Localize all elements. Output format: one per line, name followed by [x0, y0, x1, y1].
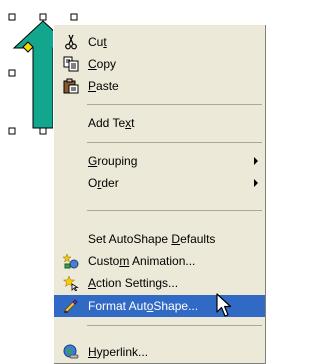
menu-item-label: Set AutoShape Defaults [88, 232, 216, 246]
hyperlink-globe-icon [63, 344, 79, 359]
menu-item-custom-animation[interactable]: Custom Animation... [54, 250, 265, 272]
mouse-cursor-icon [216, 293, 232, 317]
menu-item-label: Action Settings... [88, 276, 179, 290]
menu-item-label: Order [88, 176, 119, 190]
scissors-icon [65, 34, 77, 50]
menu-item-label: Custom Animation... [88, 254, 196, 268]
menu-separator [87, 210, 262, 211]
action-settings-icon [63, 275, 79, 291]
resize-handle-top-center[interactable] [39, 13, 47, 21]
menu-item-label: Cut [88, 35, 107, 49]
menu-item-label: Grouping [88, 154, 138, 168]
submenu-arrow-icon [254, 157, 258, 165]
submenu-arrow-icon [254, 179, 258, 187]
menu-item-hyperlink[interactable]: Hyperlink... [54, 341, 265, 363]
powerpoint-canvas: Cut Copy Paste Add Text Grouping Order S… [0, 0, 266, 364]
resize-handle-top-left[interactable] [8, 13, 16, 21]
menu-item-grouping[interactable]: Grouping [54, 150, 265, 172]
copy-icon [63, 56, 79, 72]
custom-animation-icon [63, 253, 79, 269]
menu-item-label: Add Text [88, 116, 135, 130]
menu-separator [87, 325, 262, 326]
format-autoshape-icon [64, 299, 78, 313]
menu-item-add-text[interactable]: Add Text [54, 112, 265, 134]
resize-handle-top-right[interactable] [70, 13, 78, 21]
menu-item-label: Paste [88, 79, 119, 93]
context-menu: Cut Copy Paste Add Text Grouping Order S… [53, 24, 266, 364]
menu-item-cut[interactable]: Cut [54, 31, 265, 53]
menu-item-set-autoshape-defaults[interactable]: Set AutoShape Defaults [54, 228, 265, 250]
menu-item-paste[interactable]: Paste [54, 75, 265, 97]
menu-item-label: Hyperlink... [88, 345, 149, 359]
clipboard-paste-icon [63, 78, 79, 94]
menu-item-action-settings[interactable]: Action Settings... [54, 272, 265, 294]
menu-item-label: Copy [88, 57, 117, 71]
resize-handle-middle-left[interactable] [8, 69, 16, 77]
menu-item-label: Format AutoShape... [88, 299, 199, 313]
menu-separator [87, 104, 262, 105]
menu-item-order[interactable]: Order [54, 172, 265, 194]
resize-handle-bottom-left[interactable] [8, 127, 16, 135]
menu-separator [87, 142, 262, 143]
resize-handle-bottom-center[interactable] [39, 127, 47, 135]
menu-item-copy[interactable]: Copy [54, 53, 265, 75]
